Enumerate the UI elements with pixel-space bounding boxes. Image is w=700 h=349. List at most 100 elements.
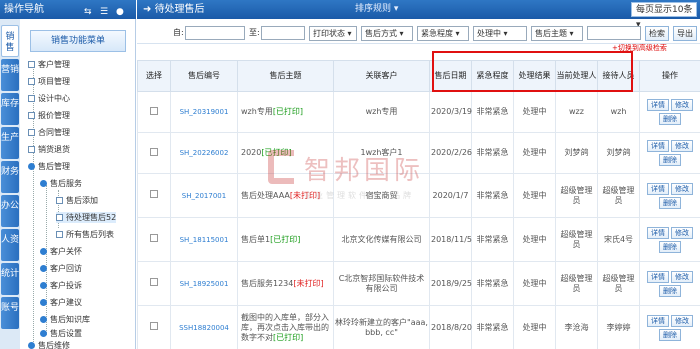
edit-button[interactable]: 修改 bbox=[671, 182, 693, 195]
date-from-input[interactable] bbox=[185, 26, 245, 40]
tab-stats[interactable]: 统计 bbox=[1, 263, 19, 295]
date-to-input[interactable] bbox=[261, 26, 305, 40]
tree-item-service[interactable]: 售后服务 bbox=[40, 178, 82, 189]
row-checkbox[interactable] bbox=[150, 147, 158, 156]
tab-account[interactable]: 账号 bbox=[1, 297, 19, 329]
delete-button[interactable]: 删除 bbox=[659, 328, 681, 341]
tree-item-quotes[interactable]: 报价管理 bbox=[28, 110, 70, 121]
row-code[interactable]: SH_2017001 bbox=[170, 173, 238, 218]
detail-button[interactable]: 详情 bbox=[647, 182, 669, 195]
row-code[interactable]: SH_18925001 bbox=[170, 261, 238, 306]
row-select-cell[interactable] bbox=[137, 217, 171, 262]
row-customer[interactable]: 宿宝商贸 bbox=[333, 173, 430, 218]
tree-item-customers[interactable]: 客户管理 bbox=[28, 59, 70, 70]
tab-finance[interactable]: 财务 bbox=[1, 161, 19, 193]
delete-button[interactable]: 删除 bbox=[659, 240, 681, 253]
edit-button[interactable]: 修改 bbox=[671, 270, 693, 283]
row-urgency: 非常紧急 bbox=[471, 217, 514, 262]
tree-item-knowledge[interactable]: 售后知识库 bbox=[40, 314, 90, 325]
print-status-select[interactable]: 打印状态 ▾ bbox=[309, 26, 357, 41]
delete-button[interactable]: 删除 bbox=[659, 284, 681, 297]
detail-button[interactable]: 详情 bbox=[647, 140, 669, 152]
table-row[interactable]: SH_20319001 wzh专用[已打印] wzh专用 2020/3/19 非常紧急处… bbox=[137, 91, 700, 133]
tree-item-returns[interactable]: 销货退货 bbox=[28, 144, 70, 155]
tab-sales[interactable]: 销售 bbox=[1, 25, 19, 57]
row-customer[interactable]: C北京智邦国际软件技术有限公司 bbox=[333, 261, 430, 306]
urgency-select[interactable]: 紧急程度 ▾ bbox=[417, 26, 469, 41]
search-button[interactable]: 检索 bbox=[645, 26, 669, 41]
row-subject[interactable]: 售后单1[已打印] bbox=[237, 217, 334, 262]
tab-office[interactable]: 办公 bbox=[1, 195, 19, 227]
tree-item-projects[interactable]: 项目管理 bbox=[28, 76, 70, 87]
row-checkbox[interactable] bbox=[150, 106, 158, 115]
row-code[interactable]: SH_18115001 bbox=[170, 217, 238, 262]
row-select-cell[interactable] bbox=[137, 305, 171, 349]
edit-button[interactable]: 修改 bbox=[671, 140, 693, 152]
sales-menu-button[interactable]: 销售功能菜单 bbox=[30, 30, 126, 52]
row-select-cell[interactable] bbox=[137, 173, 171, 218]
detail-button[interactable]: 详情 bbox=[647, 270, 669, 283]
tree-item-all-list[interactable]: 所有售后列表 bbox=[56, 229, 114, 240]
table-row[interactable]: SH_18115001 售后单1[已打印] 北京文化传媒有限公司 2018/11/5 非… bbox=[137, 217, 700, 262]
tree-item-contracts[interactable]: 合同管理 bbox=[28, 127, 70, 138]
row-code[interactable]: SSH18820004 bbox=[170, 305, 238, 349]
sort-rule-dropdown[interactable]: 排序规则 ▾ bbox=[355, 0, 398, 19]
export-button[interactable]: 导出 bbox=[673, 26, 697, 41]
tree-item-visit[interactable]: 客户回访 bbox=[40, 263, 82, 274]
method-select[interactable]: 售后方式 ▾ bbox=[361, 26, 413, 41]
row-checkbox[interactable] bbox=[150, 190, 158, 198]
tab-marketing[interactable]: 营销 bbox=[1, 59, 19, 91]
page-size-select[interactable]: 每页显示10条 ▾ bbox=[631, 2, 697, 30]
col-subject[interactable]: 售后主题 bbox=[237, 60, 334, 92]
status-select[interactable]: 处理中 ▾ bbox=[473, 26, 527, 41]
tree-item-design[interactable]: 设计中心 bbox=[28, 93, 70, 104]
tree-item-repair[interactable]: 售后维修 bbox=[28, 340, 70, 349]
table-row[interactable]: SH_18925001 售后服务1234[未打印] C北京智邦国际软件技术有限公司 2… bbox=[137, 261, 700, 306]
row-checkbox[interactable] bbox=[150, 322, 158, 330]
delete-button[interactable]: 删除 bbox=[659, 113, 681, 125]
row-subject[interactable]: wzh专用[已打印] bbox=[237, 91, 334, 133]
row-subject[interactable]: 售后服务1234[未打印] bbox=[237, 261, 334, 306]
col-code[interactable]: 售后编号 bbox=[170, 60, 238, 92]
tab-hr[interactable]: 人资 bbox=[1, 229, 19, 261]
row-subject[interactable]: 售后处理AAA[未打印] bbox=[237, 173, 334, 218]
delete-button[interactable]: 删除 bbox=[659, 196, 681, 209]
tree-item-care[interactable]: 客户关怀 bbox=[40, 246, 82, 257]
edit-button[interactable]: 修改 bbox=[671, 314, 693, 327]
row-customer[interactable]: 北京文化传媒有限公司 bbox=[333, 217, 430, 262]
tree-item-settings[interactable]: 售后设置 bbox=[40, 328, 82, 339]
row-select-cell[interactable] bbox=[137, 132, 171, 174]
tree-item-add[interactable]: 售后添加 bbox=[56, 195, 98, 206]
filter-bar: 自: 至: 打印状态 ▾ 售后方式 ▾ 紧急程度 ▾ 处理中 ▾ 售后主题 ▾ … bbox=[137, 22, 700, 44]
tab-production[interactable]: 生产 bbox=[1, 127, 19, 159]
detail-button[interactable]: 详情 bbox=[647, 314, 669, 327]
row-subject[interactable]: 截图中的入库单，部分入库，再次点击入库带出的数字不对[已打印] bbox=[237, 305, 334, 349]
row-select-cell[interactable] bbox=[137, 91, 171, 133]
tree-item-pending[interactable]: 待处理售后52 bbox=[56, 212, 117, 223]
detail-button[interactable]: 详情 bbox=[647, 99, 669, 111]
tree-item-complaints[interactable]: 客户投诉 bbox=[40, 280, 82, 291]
row-select-cell[interactable] bbox=[137, 261, 171, 306]
row-checkbox[interactable] bbox=[150, 234, 158, 242]
row-code[interactable]: SH_20226002 bbox=[170, 132, 238, 174]
table-row[interactable]: SSH18820004 截图中的入库单，部分入库，再次点击入库带出的数字不对[已打… bbox=[137, 305, 700, 349]
row-code[interactable]: SH_20319001 bbox=[170, 91, 238, 133]
edit-button[interactable]: 修改 bbox=[671, 226, 693, 239]
col-customer[interactable]: 关联客户 bbox=[333, 60, 430, 92]
tab-inventory[interactable]: 库存 bbox=[1, 93, 19, 125]
subject-select[interactable]: 售后主题 ▾ bbox=[531, 26, 583, 41]
delete-button[interactable]: 删除 bbox=[659, 154, 681, 166]
tree-item-suggestions[interactable]: 客户建议 bbox=[40, 297, 82, 308]
row-subject[interactable]: 2020[已打印] bbox=[237, 132, 334, 174]
row-customer[interactable]: 1wzh客户1 bbox=[333, 132, 430, 174]
table-row[interactable]: SH_20226002 2020[已打印] 1wzh客户1 2020/2/26 非常紧急… bbox=[137, 132, 700, 174]
row-customer[interactable]: 林玲玲新建立的客户"aaa, bbb, cc" bbox=[333, 305, 430, 349]
keyword-input[interactable] bbox=[587, 26, 641, 40]
row-checkbox[interactable] bbox=[150, 278, 158, 286]
edit-button[interactable]: 修改 bbox=[671, 99, 693, 111]
row-customer[interactable]: wzh专用 bbox=[333, 91, 430, 133]
table-row[interactable]: SH_2017001 售后处理AAA[未打印] 宿宝商贸 2020/1/7 非常紧急 处理… bbox=[137, 173, 700, 218]
tree-item-aftersales[interactable]: 售后管理 bbox=[28, 161, 70, 172]
detail-button[interactable]: 详情 bbox=[647, 226, 669, 239]
row-date: 2018/11/5 bbox=[429, 217, 472, 262]
